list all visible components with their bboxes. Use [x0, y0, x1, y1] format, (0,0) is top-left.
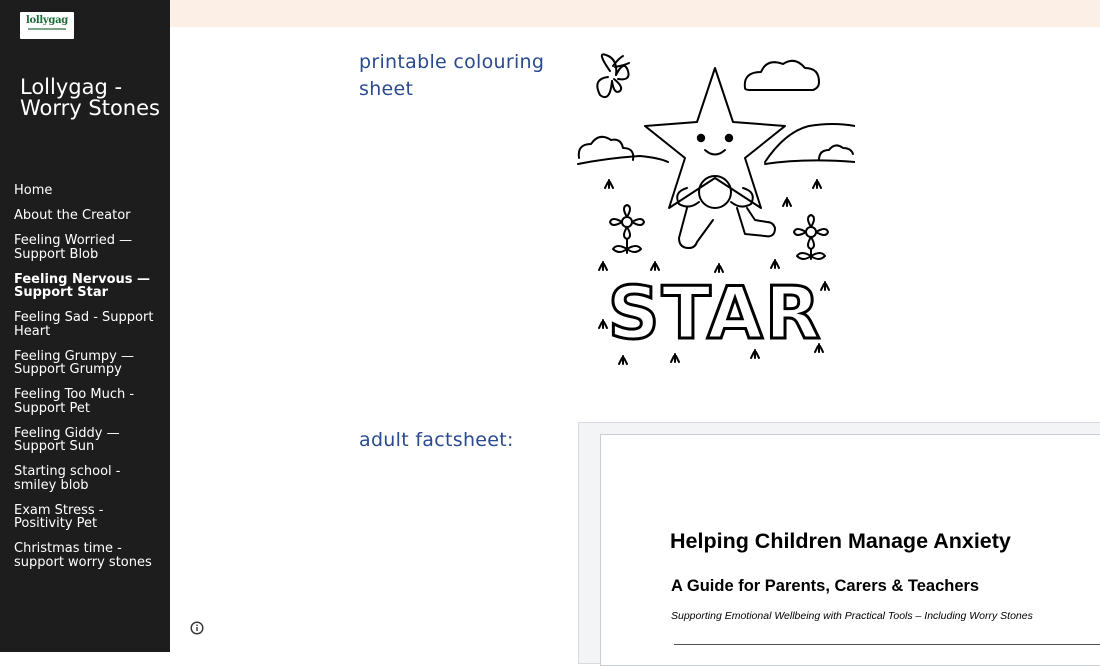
site-logo[interactable]: lollygag [20, 12, 74, 39]
site-navigation: Home About the Creator Feeling Worried — S… [14, 184, 166, 581]
document-subtitle: A Guide for Parents, Carers & Teachers [671, 577, 980, 595]
document-tagline: Supporting Emotional Wellbeing with Prac… [671, 610, 1033, 622]
colouring-star-word: STAR [608, 271, 823, 355]
nav-item[interactable]: Exam Stress - Positivity Pet [14, 503, 166, 531]
nav-item[interactable]: Feeling Worried — Support Blob [14, 234, 166, 261]
nav-item[interactable]: Feeling Nervous — Support Star [14, 272, 166, 300]
nav-item[interactable]: About the Creator [14, 209, 166, 223]
nav-item[interactable]: Starting school - smiley blob [14, 465, 166, 492]
logo-text: lollygag [26, 15, 68, 26]
nav-item[interactable]: Feeling Giddy — Support Sun [14, 426, 166, 454]
nav-item[interactable]: Feeling Sad - Support Heart [14, 311, 166, 338]
document-title: Helping Children Manage Anxiety [670, 529, 1011, 553]
site-title[interactable]: Lollygag - Worry Stones [20, 77, 160, 119]
logo-tagline-line [28, 28, 66, 30]
document-divider [674, 644, 1100, 645]
sidebar: lollygag Lollygag - Worry Stones Home Abo… [0, 0, 170, 652]
colouring-sheet-heading: printable colouring sheet [359, 51, 545, 100]
star-colouring-sheet-image: STAR [577, 53, 855, 365]
header-band [170, 0, 1100, 27]
factsheet-heading: adult factsheet: [359, 429, 514, 451]
nav-item[interactable]: Feeling Too Much - Support Pet [14, 388, 166, 415]
info-icon[interactable] [190, 621, 204, 635]
nav-item[interactable]: Feeling Grumpy — Support Grumpy [14, 349, 166, 377]
nav-item[interactable]: Home [14, 184, 166, 198]
nav-item[interactable]: Christmas time - support worry stones [14, 542, 166, 569]
